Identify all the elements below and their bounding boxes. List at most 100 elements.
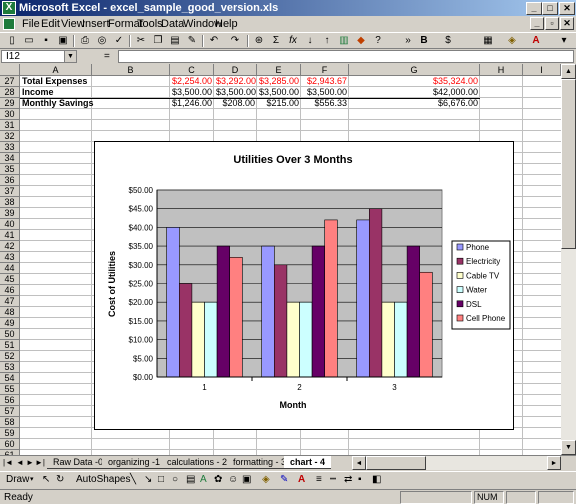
row-header-49[interactable]: 49 xyxy=(0,318,20,329)
row-header-57[interactable]: 57 xyxy=(0,406,20,417)
row-header-56[interactable]: 56 xyxy=(0,395,20,406)
scroll-up-icon[interactable]: ▲ xyxy=(561,64,576,79)
tab-calculations[interactable]: calculations - 2 xyxy=(161,456,234,469)
column-header-e[interactable]: E xyxy=(257,64,301,76)
x-axis-label[interactable]: Month xyxy=(280,400,307,410)
undo-icon[interactable]: ↶ xyxy=(206,34,222,48)
next-sheet-icon[interactable]: ► xyxy=(25,457,35,469)
fill-color-icon[interactable]: ◈ xyxy=(504,34,520,48)
vertical-scrollbar[interactable]: ▲ ▼ xyxy=(561,64,576,455)
cell-expense-total[interactable]: $35,324.00 xyxy=(349,76,480,87)
row-header-30[interactable]: 30 xyxy=(0,109,20,120)
row-header-44[interactable]: 44 xyxy=(0,263,20,274)
excel-icon[interactable]: X xyxy=(2,1,16,15)
menu-tools[interactable]: Tools xyxy=(137,18,163,30)
permission-icon[interactable]: ▣ xyxy=(55,34,71,48)
maximize-button[interactable]: □ xyxy=(542,2,558,15)
row-header-58[interactable]: 58 xyxy=(0,417,20,428)
bold-icon[interactable]: B xyxy=(416,34,432,48)
cell-total-expenses-label[interactable]: Total Expenses xyxy=(20,76,170,87)
cell-expense-4[interactable]: $2,943.67 xyxy=(301,76,349,87)
menu-data[interactable]: Data xyxy=(161,18,184,30)
menu-insert[interactable]: Insert xyxy=(82,18,110,30)
row-header-50[interactable]: 50 xyxy=(0,329,20,340)
first-sheet-icon[interactable]: |◄ xyxy=(3,457,13,469)
open-icon[interactable]: ▭ xyxy=(21,34,37,48)
diagram-icon[interactable]: ✿ xyxy=(214,473,222,487)
print-icon[interactable]: ⎙ xyxy=(77,34,93,48)
font-color-draw-icon[interactable]: A xyxy=(298,473,305,487)
cell-income-2[interactable]: $3,500.00 xyxy=(214,87,257,98)
row-header-46[interactable]: 46 xyxy=(0,285,20,296)
spelling-icon[interactable]: ✓ xyxy=(111,34,127,48)
arrow-style-icon[interactable]: ⇄ xyxy=(344,473,352,487)
line-icon[interactable]: ╲ xyxy=(130,473,136,487)
row-header-32[interactable]: 32 xyxy=(0,131,20,142)
fill-color-draw-icon[interactable]: ◈ xyxy=(262,473,270,487)
cell-expense-2[interactable]: $3,292.00 xyxy=(214,76,257,87)
y-axis-label[interactable]: Cost of Utilities xyxy=(107,251,117,317)
cut-icon[interactable]: ✂ xyxy=(133,34,149,48)
cell-expense-1[interactable]: $2,254.00 xyxy=(170,76,214,87)
oval-icon[interactable]: ○ xyxy=(172,473,178,487)
shadow-icon[interactable]: ▪ xyxy=(358,473,362,487)
tab-chart[interactable]: chart - 4 xyxy=(284,456,332,469)
column-header-f[interactable]: F xyxy=(301,64,349,76)
cell-savings-total[interactable]: $6,676.00 xyxy=(349,98,480,109)
arrow-icon[interactable]: ↘ xyxy=(144,473,152,487)
row-header-27[interactable]: 27 xyxy=(0,76,20,87)
format-painter-icon[interactable]: ✎ xyxy=(184,34,200,48)
column-header-b[interactable]: B xyxy=(92,64,170,76)
column-header-i[interactable]: I xyxy=(523,64,561,76)
tab-raw-data[interactable]: Raw Data -0 xyxy=(47,456,110,469)
drawing-icon[interactable]: ◆ xyxy=(353,34,369,48)
borders-icon[interactable]: ▦ xyxy=(480,34,496,48)
row-header-35[interactable]: 35 xyxy=(0,164,20,175)
row-header-48[interactable]: 48 xyxy=(0,307,20,318)
row-header-59[interactable]: 59 xyxy=(0,428,20,439)
cell-savings-2[interactable]: $208.00 xyxy=(214,98,257,109)
row-header-33[interactable]: 33 xyxy=(0,142,20,153)
row-header-52[interactable]: 52 xyxy=(0,351,20,362)
select-objects-icon[interactable]: ↖ xyxy=(42,473,50,487)
row-header-60[interactable]: 60 xyxy=(0,439,20,450)
rectangle-icon[interactable]: □ xyxy=(158,473,164,487)
copy-icon[interactable]: ❐ xyxy=(150,34,166,48)
redo-icon[interactable]: ↷ xyxy=(227,34,243,48)
column-header-h[interactable]: H xyxy=(480,64,523,76)
row-header-36[interactable]: 36 xyxy=(0,175,20,186)
close-button[interactable]: ✕ xyxy=(559,2,575,15)
cell-income-label[interactable]: Income xyxy=(20,87,170,98)
cell-income-1[interactable]: $3,500.00 xyxy=(170,87,214,98)
row-header-39[interactable]: 39 xyxy=(0,208,20,219)
help-icon[interactable]: ? xyxy=(370,34,386,48)
row-header-38[interactable]: 38 xyxy=(0,197,20,208)
toolbar-overflow-icon[interactable]: ▾ xyxy=(556,34,572,48)
column-header-c[interactable]: C xyxy=(170,64,214,76)
row-header-55[interactable]: 55 xyxy=(0,384,20,395)
sort-ascending-icon[interactable]: ↓ xyxy=(302,34,318,48)
scroll-left-icon[interactable]: ◄ xyxy=(352,456,366,470)
doc-restore-button[interactable]: ▫ xyxy=(545,17,559,30)
tab-organizing[interactable]: organizing -1 xyxy=(102,456,167,469)
scroll-down-icon[interactable]: ▼ xyxy=(561,440,576,455)
rotate-icon[interactable]: ↻ xyxy=(56,473,64,487)
menu-edit[interactable]: Edit xyxy=(41,18,60,30)
chart-object[interactable]: Utilities Over 3 Months $0.00 $5.00 $10.00… xyxy=(94,141,514,430)
last-sheet-icon[interactable]: ►| xyxy=(35,457,45,469)
font-color-icon[interactable]: A xyxy=(528,34,544,48)
name-box[interactable]: I12 ▼ xyxy=(1,50,77,63)
new-icon[interactable]: ▯ xyxy=(4,34,20,48)
minimize-button[interactable]: _ xyxy=(526,2,542,15)
prev-sheet-icon[interactable]: ◄ xyxy=(15,457,25,469)
horizontal-scrollbar[interactable]: ◄ ► xyxy=(352,456,561,470)
row-header-51[interactable]: 51 xyxy=(0,340,20,351)
save-icon[interactable]: ▪ xyxy=(38,34,54,48)
row-header-45[interactable]: 45 xyxy=(0,274,20,285)
cell-expense-3[interactable]: $3,285.00 xyxy=(257,76,301,87)
doc-close-button[interactable]: ✕ xyxy=(560,17,574,30)
wordart-icon[interactable]: A xyxy=(200,473,207,487)
line-color-icon[interactable]: ✎ xyxy=(280,473,288,487)
dash-style-icon[interactable]: ┅ xyxy=(330,473,336,487)
autosum-icon[interactable]: Σ xyxy=(268,34,284,48)
